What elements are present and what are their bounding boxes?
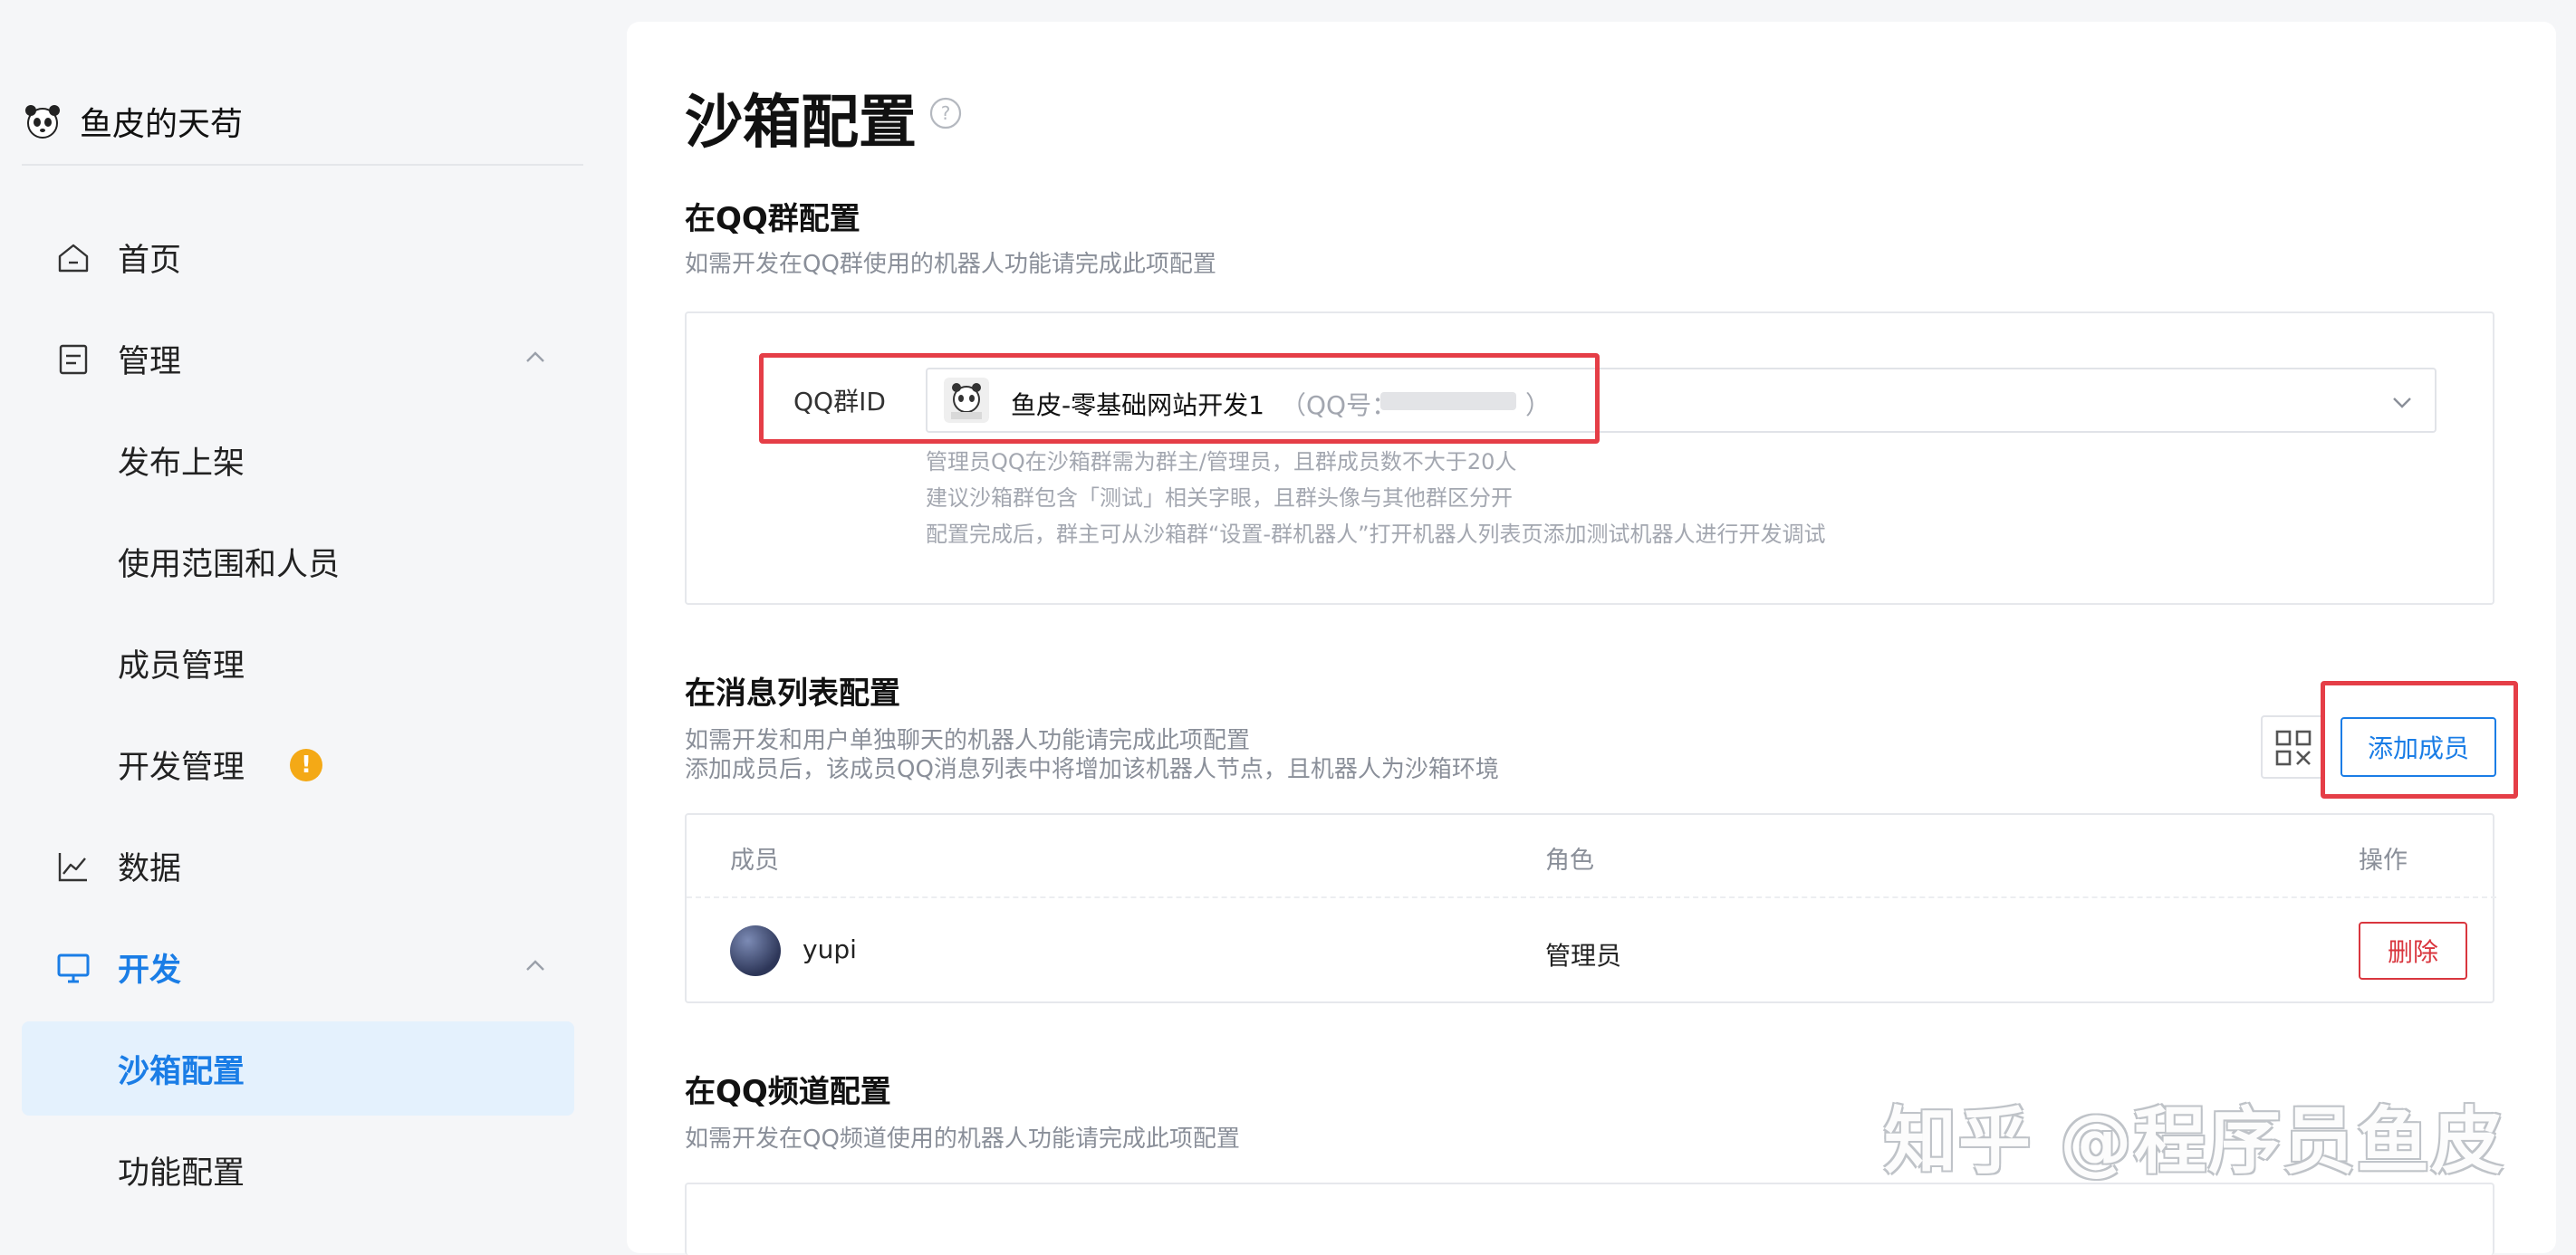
watermark: 知乎 @程序员鱼皮 — [1884, 1099, 2505, 1183]
sidebar-divider — [22, 164, 583, 166]
monitor-icon — [57, 953, 90, 983]
qq-group-hint: 建议沙箱群包含「测试」相关字眼，且群头像与其他群区分开 — [926, 485, 1513, 511]
sidebar-item-home[interactable]: 首页 — [22, 210, 574, 304]
table-header-member: 成员 — [730, 847, 779, 875]
sidebar-item-scope[interactable]: 使用范围和人员 — [22, 514, 574, 608]
member-name: yupi — [803, 934, 857, 964]
msg-list-section-title: 在消息列表配置 — [685, 675, 900, 712]
delete-member-button[interactable]: 删除 — [2359, 922, 2467, 980]
sidebar-item-label: 发布上架 — [118, 445, 245, 482]
home-icon — [58, 244, 89, 273]
brand-name: 鱼皮的天苟 — [80, 106, 244, 143]
qq-group-hint: 配置完成后，群主可从沙箱群“设置-群机器人”打开机器人列表页添加测试机器人进行开… — [926, 522, 1826, 547]
sidebar-item-label: 首页 — [118, 242, 182, 279]
page-title: 沙箱配置 — [685, 90, 917, 157]
sidebar-item-label: 成员管理 — [118, 647, 245, 685]
qrcode-button[interactable] — [2261, 715, 2324, 779]
chart-icon — [58, 853, 87, 882]
svg-text:?: ? — [941, 102, 951, 124]
table-header-action: 操作 — [2359, 847, 2408, 875]
chevron-up-icon — [526, 960, 544, 971]
member-role: 管理员 — [1545, 941, 1622, 971]
sidebar-item-dev-manage[interactable]: 开发管理 ! — [22, 717, 574, 811]
qq-group-section-desc: 如需开发在QQ群使用的机器人功能请完成此项配置 — [685, 251, 1216, 278]
sidebar-item-publish[interactable]: 发布上架 — [22, 413, 574, 507]
warning-badge: ! — [290, 749, 322, 781]
channel-section-desc: 如需开发在QQ频道使用的机器人功能请完成此项配置 — [685, 1126, 1240, 1153]
main-panel: 沙箱配置 ? 在QQ群配置 如需开发在QQ群使用的机器人功能请完成此项配置 — [627, 22, 2556, 1253]
chevron-up-icon — [526, 351, 544, 362]
table-header-role: 角色 — [1545, 847, 1594, 875]
sidebar-item-manage[interactable]: 管理 — [22, 311, 574, 406]
highlight-frame — [759, 353, 1600, 444]
sidebar-item-label: 沙箱配置 — [118, 1053, 245, 1090]
sidebar-item-members[interactable]: 成员管理 — [22, 616, 574, 710]
sidebar-item-label: 数据 — [118, 850, 182, 887]
help-icon[interactable]: ? — [928, 96, 963, 130]
channel-config-box — [685, 1183, 2494, 1255]
chevron-down-icon — [2393, 398, 2411, 408]
sidebar-item-develop[interactable]: 开发 — [22, 920, 574, 1014]
msg-list-section-desc: 添加成员后，该成员QQ消息列表中将增加该机器人节点，且机器人为沙箱环境 — [685, 756, 1499, 783]
panda-logo-icon — [25, 105, 60, 139]
avatar — [730, 925, 781, 976]
qq-group-hint: 管理员QQ在沙箱群需为群主/管理员，且群成员数不大于20人 — [926, 449, 1517, 474]
sidebar-item-label: 开发 — [118, 952, 182, 989]
msg-list-section-desc: 如需开发和用户单独聊天的机器人功能请完成此项配置 — [685, 727, 1251, 754]
table-divider — [687, 896, 2496, 898]
sidebar-item-label: 使用范围和人员 — [118, 546, 341, 583]
sidebar: 鱼皮的天苟 首页 管理 发布上架 使用范围和人员 成员管理 开发管理 ! 数据 … — [0, 0, 598, 1230]
sidebar-item-sandbox[interactable]: 沙箱配置 — [22, 1021, 574, 1116]
highlight-frame — [2321, 681, 2518, 799]
sidebar-item-label: 开发管理 — [118, 749, 245, 786]
sidebar-item-features[interactable]: 功能配置 — [22, 1123, 574, 1217]
sidebar-item-data[interactable]: 数据 — [22, 819, 574, 913]
sidebar-item-label: 管理 — [118, 343, 182, 380]
document-icon — [59, 344, 88, 375]
brand[interactable]: 鱼皮的天苟 — [22, 98, 243, 145]
sidebar-item-label: 功能配置 — [118, 1154, 245, 1192]
channel-section-title: 在QQ频道配置 — [685, 1074, 891, 1110]
qrcode-icon — [2275, 730, 2312, 766]
qq-group-section-title: 在QQ群配置 — [685, 201, 860, 237]
